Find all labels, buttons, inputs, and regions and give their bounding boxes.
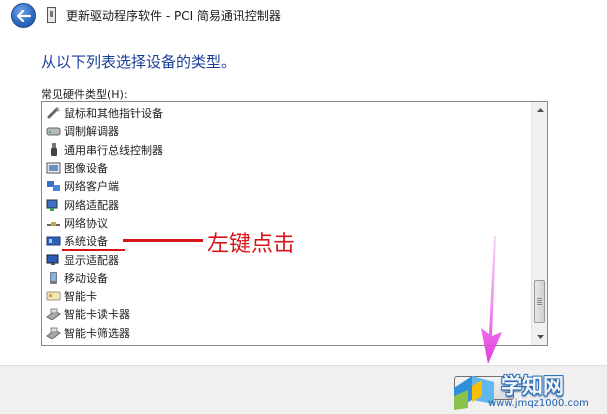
list-item-label: 智能卡筛选器	[64, 326, 130, 340]
back-arrow-icon	[16, 9, 31, 22]
watermark-url: www.jmqz1000.com	[488, 398, 589, 409]
list-item-label: 调制解调器	[64, 125, 119, 139]
annotation-text: 左键点击	[207, 232, 296, 257]
list-scrollbar[interactable]	[531, 102, 547, 345]
list-item[interactable]: 智能卡筛选器	[42, 324, 532, 342]
list-item[interactable]: 鼠标和其他指针设备	[42, 104, 532, 122]
device-manager-icon	[47, 7, 56, 23]
list-item-label: 通用串行总线控制器	[64, 143, 163, 157]
list-item-label: 鼠标和其他指针设备	[64, 107, 163, 121]
scroll-down-button[interactable]	[532, 329, 547, 345]
smart-card-reader-icon	[46, 308, 61, 321]
list-item-label: 智能卡读卡器	[64, 308, 130, 322]
hardware-type-items: 鼠标和其他指针设备 调制解调器通用串行总线控制器 图像设备网络客户端网络适配器网络协…	[42, 104, 532, 342]
modem-icon	[46, 125, 61, 138]
pointer-arrow-icon	[481, 236, 502, 364]
list-item-label: 移动设备	[64, 271, 108, 285]
hardware-type-list[interactable]: 鼠标和其他指针设备 调制解调器通用串行总线控制器 图像设备网络客户端网络适配器网络协…	[41, 101, 548, 346]
list-item-label: 显示适配器	[64, 253, 119, 267]
list-label: 常见硬件类型(H):	[41, 88, 128, 101]
list-item[interactable]: 移动设备	[42, 269, 532, 287]
list-item-label: 智能卡	[64, 290, 97, 304]
smart-card-filter-icon	[46, 326, 61, 339]
list-item[interactable]: 图像设备	[42, 159, 532, 177]
network-client-icon	[46, 180, 61, 193]
list-item[interactable]: 智能卡	[42, 287, 532, 305]
list-item[interactable]: 网络客户端	[42, 177, 532, 195]
network-protocol-icon	[46, 216, 61, 229]
mobile-device-icon	[46, 271, 61, 284]
scroll-thumb[interactable]	[534, 280, 545, 323]
page-heading: 从以下列表选择设备的类型。	[41, 53, 237, 71]
window-title: 更新驱动程序软件 - PCI 简易通讯控制器	[66, 9, 281, 23]
camera-icon	[46, 162, 61, 175]
smart-card-icon	[46, 290, 61, 303]
list-item-label: 系统设备	[64, 235, 108, 249]
title-bar: 更新驱动程序软件 - PCI 简易通讯控制器	[0, 0, 607, 30]
display-adapter-icon	[46, 253, 61, 266]
list-item-label: 网络协议	[64, 216, 108, 230]
chevron-down-icon	[536, 335, 544, 339]
network-adapter-icon	[46, 198, 61, 211]
system-device-icon	[46, 235, 61, 248]
list-item-label: 图像设备	[64, 162, 108, 176]
list-item-label: 网络适配器	[64, 198, 119, 212]
list-item[interactable]: 智能卡读卡器	[42, 305, 532, 323]
annotation-underline	[62, 249, 125, 251]
watermark-name: 学知网	[501, 374, 564, 398]
list-item-label: 网络客户端	[64, 180, 119, 194]
scroll-up-button[interactable]	[532, 102, 547, 118]
mouse-icon	[46, 107, 61, 120]
chevron-up-icon	[536, 108, 544, 112]
list-item[interactable]: 通用串行总线控制器	[42, 141, 532, 159]
list-item[interactable]: 网络适配器	[42, 195, 532, 213]
back-button[interactable]	[11, 3, 36, 28]
list-item[interactable]: 调制解调器	[42, 122, 532, 140]
usb-icon	[46, 143, 61, 157]
annotation-line	[123, 239, 203, 242]
